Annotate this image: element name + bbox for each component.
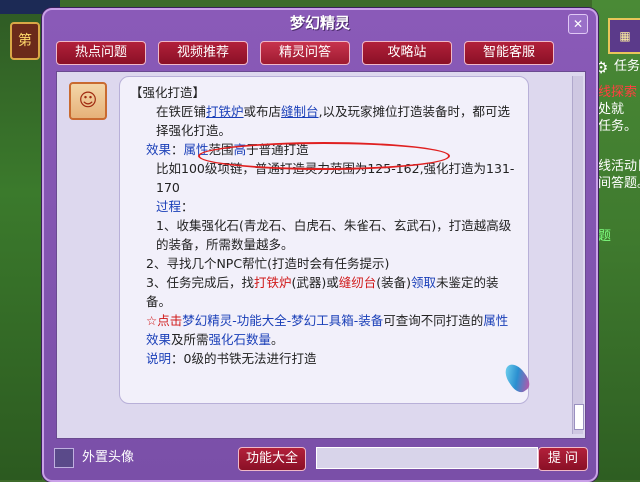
right-text-line: 线活动日 bbox=[598, 159, 640, 174]
right-menu-icon[interactable]: ▦ bbox=[608, 18, 640, 54]
right-text-line: 处就 bbox=[598, 102, 625, 117]
answer-paragraph: 在铁匠铺打铁炉或布店缝制台,以及玩家摊位打造装备时，都可选择强化打造。 bbox=[156, 104, 511, 138]
content-scrollbar[interactable] bbox=[572, 76, 584, 434]
sprite-avatar: ☺ bbox=[69, 82, 107, 120]
title-bar[interactable]: 梦幻精灵 ✕ bbox=[44, 10, 596, 36]
process-step-1: 1、收集强化石(青龙石、白虎石、朱雀石、玄武石)，打造越高级的装备，所需数量越多… bbox=[156, 218, 512, 252]
bottom-bar: 外置头像 功能大全 提 问 bbox=[54, 447, 588, 471]
forge-highlight: 打铁炉 bbox=[253, 275, 292, 290]
process-step-3: 3、任务完成后，找打铁炉(武器)或缝纫台(装备)领取未鉴定的装备。 bbox=[146, 275, 499, 309]
tab-video-recommend[interactable]: 视频推荐 bbox=[158, 41, 248, 65]
sewing-table-link[interactable]: 缝制台 bbox=[281, 104, 319, 119]
game-background-left bbox=[0, 0, 42, 480]
window-title: 梦幻精灵 bbox=[289, 14, 350, 32]
scroll-thumb[interactable] bbox=[574, 404, 584, 430]
sprite-help-window: 梦幻精灵 ✕ 热点问题 视频推荐 精灵问答 攻略站 智能客服 ☺ 【强化打造】 … bbox=[42, 8, 598, 482]
process-step-2: 2、寻找几个NPC帮忙(打造时会有任务提示) bbox=[146, 256, 390, 271]
question-input[interactable] bbox=[316, 447, 538, 469]
right-text-line: 题 bbox=[598, 229, 612, 244]
right-text-line: 线探索 bbox=[598, 85, 638, 100]
tab-sprite-qa[interactable]: 精灵问答 bbox=[260, 41, 350, 65]
close-button[interactable]: ✕ bbox=[568, 14, 588, 34]
sewing-highlight: 缝纫台 bbox=[338, 275, 377, 290]
tab-smart-support[interactable]: 智能客服 bbox=[464, 41, 554, 65]
tab-bar: 热点问题 视频推荐 精灵问答 攻略站 智能客服 bbox=[56, 41, 586, 65]
external-avatar-label: 外置头像 bbox=[82, 450, 135, 465]
external-avatar-checkbox[interactable] bbox=[54, 448, 74, 468]
side-badge-icon[interactable]: 第 bbox=[10, 22, 40, 60]
tab-hot-questions[interactable]: 热点问题 bbox=[56, 41, 146, 65]
tab-guide-station[interactable]: 攻略站 bbox=[362, 41, 452, 65]
right-text-line: 间答题。 bbox=[598, 176, 640, 191]
features-button[interactable]: 功能大全 bbox=[238, 447, 306, 471]
highlight-circle bbox=[198, 142, 450, 170]
star-icon: ☆ bbox=[146, 313, 158, 328]
right-task-label: 任务 bbox=[614, 59, 640, 74]
answer-bubble: 【强化打造】 在铁匠铺打铁炉或布店缝制台,以及玩家摊位打造装备时，都可选择强化打… bbox=[119, 76, 533, 404]
right-text-line: 任务。 bbox=[598, 119, 638, 134]
process-heading: 过程： bbox=[156, 199, 194, 214]
forge-link[interactable]: 打铁炉 bbox=[206, 104, 244, 119]
note-line: 说明：0级的书铁无法进行打造 bbox=[146, 351, 317, 366]
ask-button[interactable]: 提 问 bbox=[538, 447, 588, 471]
chat-content-area[interactable]: ☺ 【强化打造】 在铁匠铺打铁炉或布店缝制台,以及玩家摊位打造装备时，都可选择强… bbox=[56, 71, 586, 439]
answer-heading: 【强化打造】 bbox=[130, 85, 206, 100]
tip-line: ☆点击梦幻精灵-功能大全-梦幻工具箱-装备可查询不同打造的属性效果及所需强化石数… bbox=[146, 313, 509, 347]
